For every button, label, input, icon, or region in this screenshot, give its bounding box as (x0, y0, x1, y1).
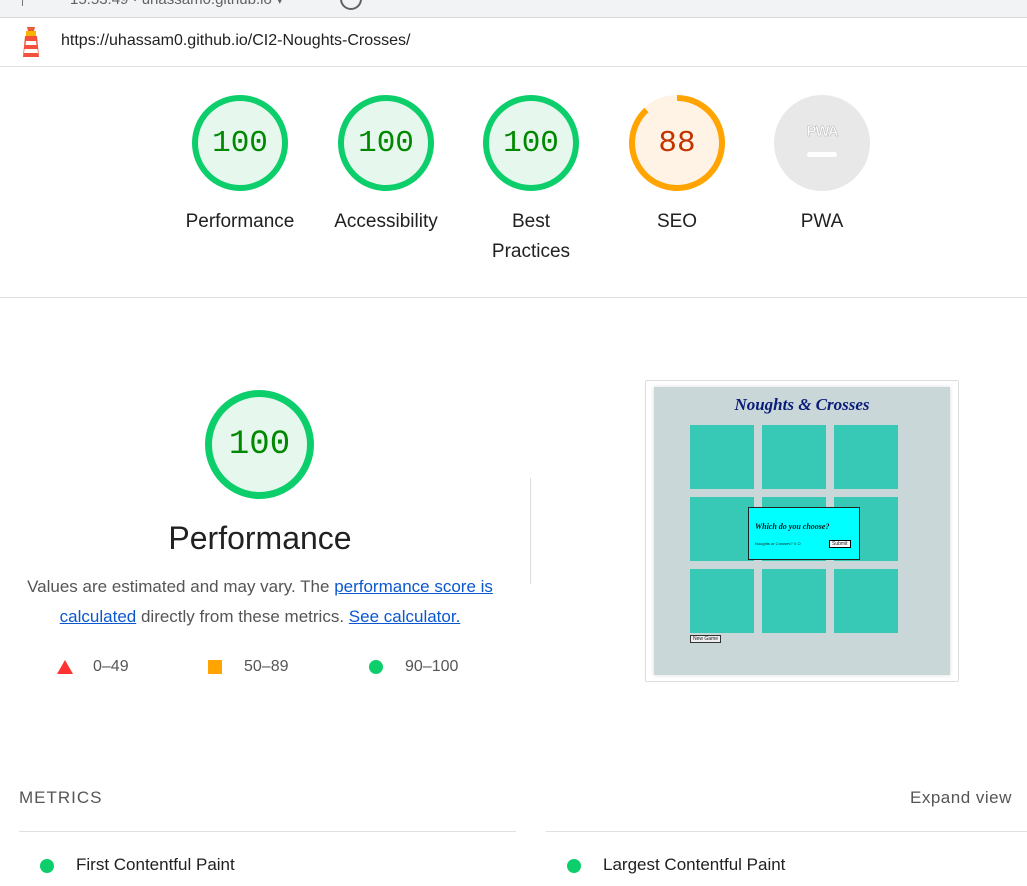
desc-text: Values are estimated and may vary. The (27, 577, 335, 596)
report-url[interactable]: https://uhassam0.github.io/CI2-Noughts-C… (61, 32, 411, 50)
gauge-score: 100 (338, 95, 434, 191)
score-gauges: 100 Performance 100 Accessibility 100 Be… (0, 66, 1027, 298)
board-cell (834, 569, 898, 633)
metrics-heading: METRICS (19, 788, 103, 807)
prompt-text: Noughts or Crosses? (755, 541, 793, 546)
board-cell (762, 569, 826, 633)
gauge-label: SEO (656, 211, 698, 232)
metric-first-contentful-paint: First Contentful Paint (40, 855, 235, 875)
metric-label: First Contentful Paint (76, 855, 235, 874)
performance-description: Values are estimated and may vary. The p… (18, 572, 502, 632)
divider (19, 831, 516, 832)
na-dash-icon (807, 152, 837, 157)
dialog-prompt: Noughts or Crosses? X O (755, 541, 801, 546)
final-screenshot[interactable]: Noughts & Crosses Which do you choose? N… (645, 380, 959, 682)
legend-range: 50–89 (244, 658, 289, 675)
see-calculator-link[interactable]: See calculator. (349, 607, 461, 626)
gauge-label: Accessibility (334, 211, 438, 232)
dialog-question: Which do you choose? (755, 522, 830, 531)
legend-range: 90–100 (405, 658, 459, 675)
pwa-badge-text: PWA (806, 123, 839, 141)
legend-average: 50–89 (208, 658, 289, 676)
board-cell (690, 425, 754, 489)
gauge-label: Best Practices (491, 211, 571, 262)
metric-largest-contentful-paint: Largest Contentful Paint (567, 855, 785, 875)
legend-pass: 90–100 (369, 658, 458, 676)
performance-score-gauge: 100 (205, 390, 314, 499)
gauge-score: 88 (658, 125, 696, 161)
legend-range: 0–49 (93, 658, 129, 675)
thumb-title: Noughts & Crosses (734, 395, 870, 414)
pass-circle-icon (40, 858, 54, 873)
gauge-pwa[interactable]: PWA PWA (752, 95, 892, 237)
gauge-best-practices[interactable]: 100 Best Practices (461, 95, 601, 267)
screenshot-thumbnail: Noughts & Crosses Which do you choose? N… (654, 387, 950, 675)
gauge-label: PWA (800, 211, 844, 232)
divider (530, 478, 531, 584)
circle-icon (369, 660, 383, 674)
legend-fail: 0–49 (57, 658, 129, 676)
triangle-icon (57, 660, 73, 674)
board-cell (690, 497, 754, 561)
gauge-performance[interactable]: 100 Performance (170, 95, 310, 237)
board-cell (690, 569, 754, 633)
report-timestamp[interactable]: 15:53:49 · uhassam0.github.io ▾ (70, 0, 284, 8)
lighthouse-icon (18, 24, 44, 65)
browser-topbar: 15:53:49 · uhassam0.github.io ▾ (0, 0, 1027, 18)
reload-icon[interactable] (340, 0, 362, 10)
gauge-seo[interactable]: 88 SEO (607, 95, 747, 237)
gauge-label: Performance (185, 211, 295, 232)
toolbar-divider (22, 0, 23, 6)
divider (546, 831, 1027, 832)
report-url-bar: https://uhassam0.github.io/CI2-Noughts-C… (0, 18, 1027, 67)
choice-dialog: Which do you choose? Noughts or Crosses?… (748, 507, 860, 560)
performance-title: Performance (168, 520, 352, 556)
square-icon (208, 660, 222, 674)
new-game-button: New Game (690, 635, 722, 643)
gauge-score: 100 (483, 95, 579, 191)
expand-view-toggle[interactable]: Expand view (910, 788, 1012, 808)
desc-text: directly from these metrics. (136, 607, 349, 626)
board-cell (762, 425, 826, 489)
metric-label: Largest Contentful Paint (603, 855, 786, 874)
option-text: X O (793, 541, 801, 546)
pwa-badge: PWA (774, 95, 870, 191)
gauge-score-ring: 88 (629, 95, 725, 191)
submit-button: Submit (829, 540, 851, 548)
gauge-accessibility[interactable]: 100 Accessibility (316, 95, 456, 237)
gauge-score: 100 (192, 95, 288, 191)
board-cell (834, 425, 898, 489)
pass-circle-icon (567, 858, 581, 873)
